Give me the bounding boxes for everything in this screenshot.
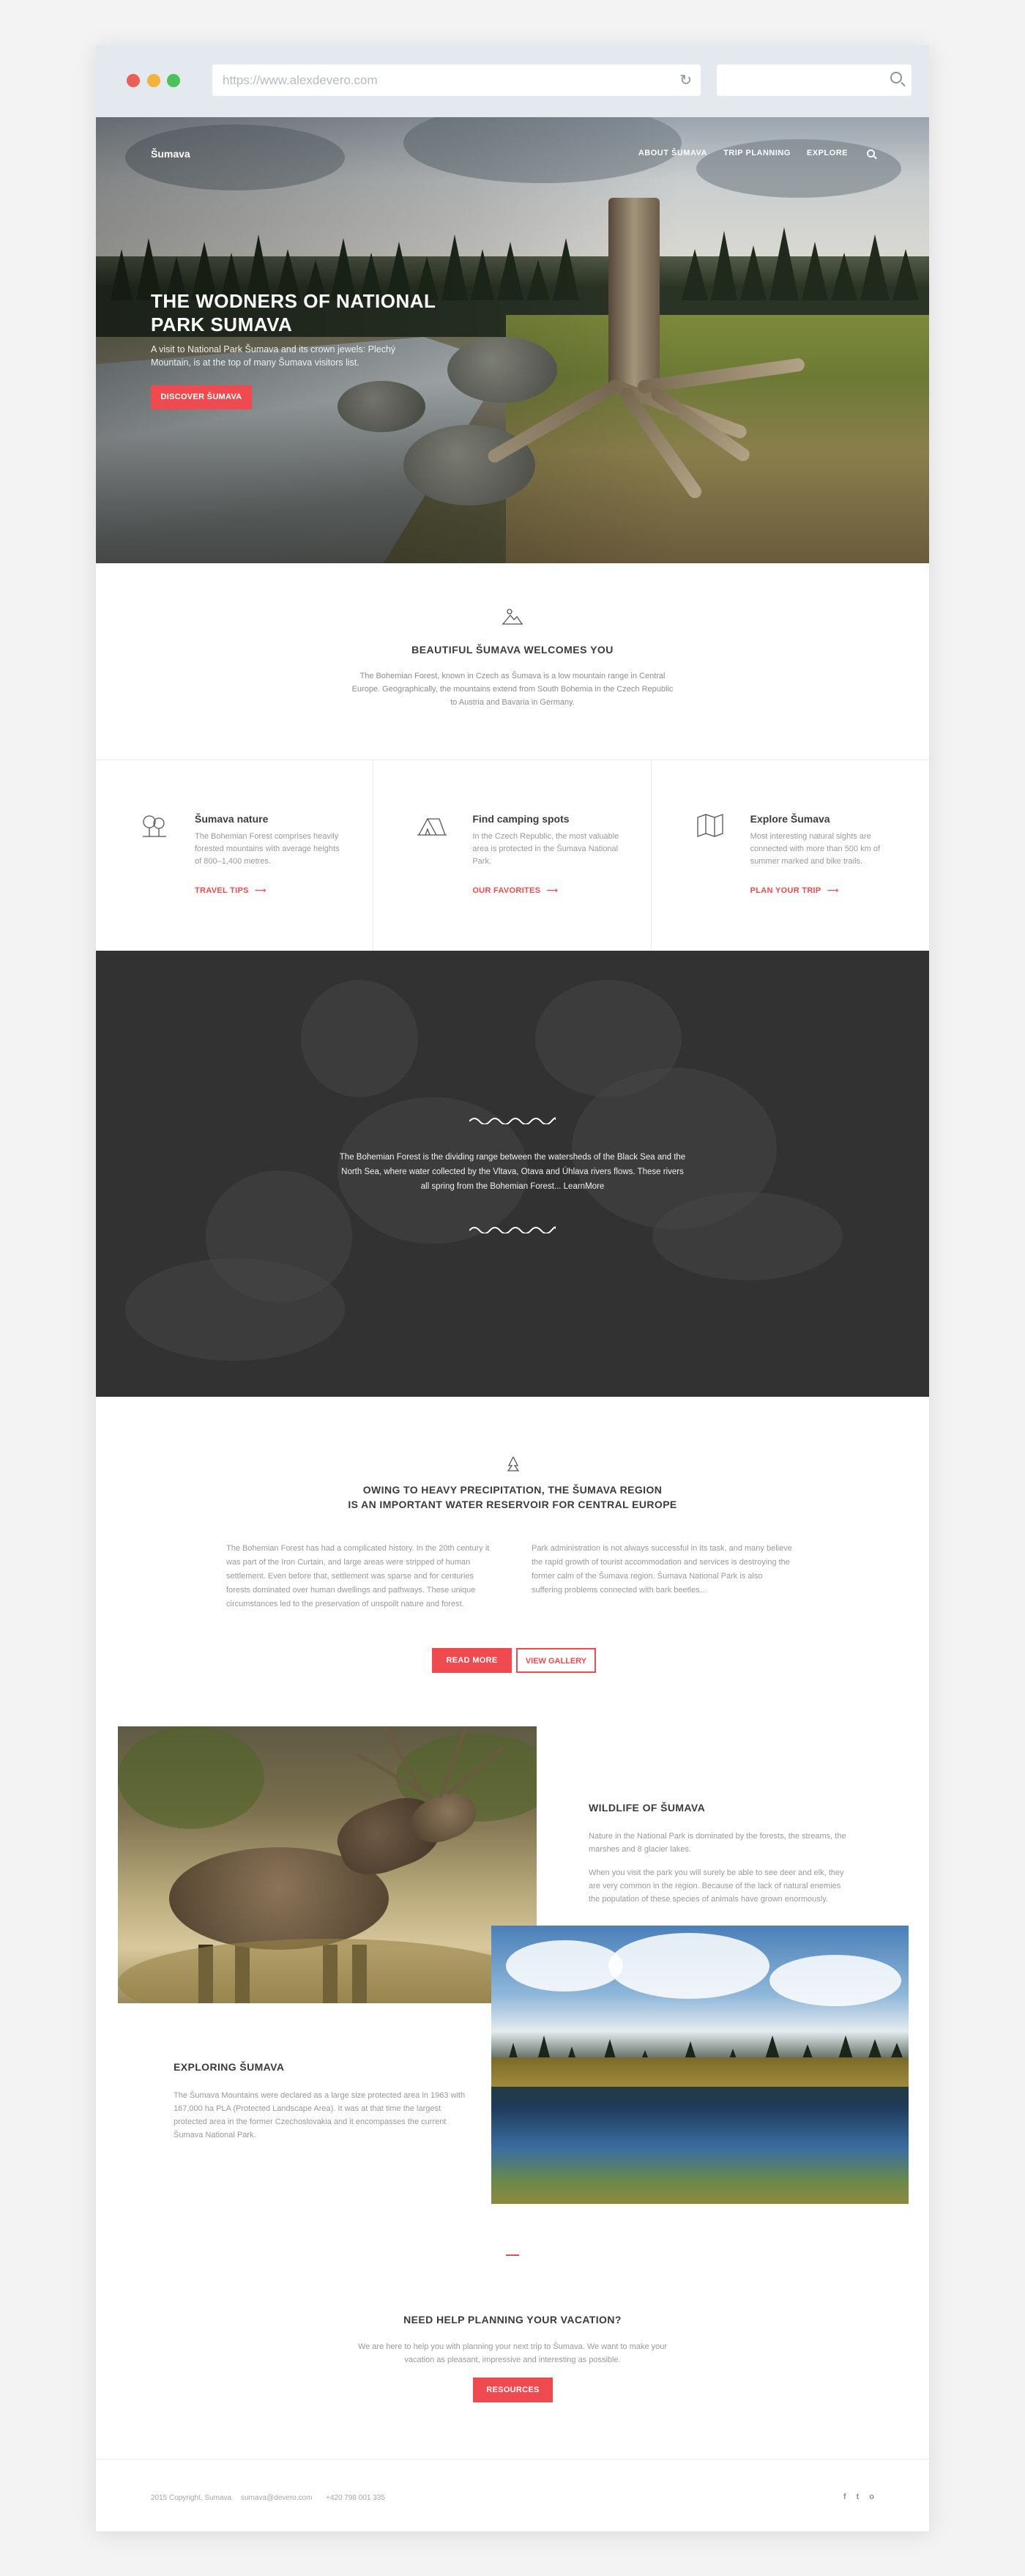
tent-icon bbox=[417, 817, 447, 836]
browser-window: https://www.alexdevero.com ↻ Šumava ABOU… bbox=[96, 45, 929, 2531]
address-url: https://www.alexdevero.com bbox=[223, 73, 378, 87]
search-icon[interactable] bbox=[867, 149, 875, 157]
hero-text: A visit to National Park Šumava and its … bbox=[151, 344, 396, 368]
address-bar[interactable]: https://www.alexdevero.com ↻ bbox=[212, 64, 701, 96]
nav-item-trip-planning[interactable]: TRIP PLANNING bbox=[723, 149, 791, 157]
welcome-title: BEAUTIFUL ŠUMAVA WELCOMES YOU bbox=[411, 644, 614, 656]
arrow-right-icon: ⟶ bbox=[254, 886, 266, 895]
search-icon[interactable] bbox=[890, 72, 902, 83]
reload-icon[interactable]: ↻ bbox=[679, 71, 692, 89]
browser-chrome: https://www.alexdevero.com ↻ bbox=[96, 45, 929, 117]
feature-explore: Explore Šumava Most interesting natural … bbox=[652, 760, 929, 951]
feature-text: In the Czech Republic, the most valuable… bbox=[472, 832, 619, 866]
twitter-icon[interactable]: t bbox=[857, 2493, 860, 2501]
feature-text: Most interesting natural sights are conn… bbox=[750, 832, 880, 866]
feature-camping: Find camping spots In the Czech Republic… bbox=[373, 760, 652, 951]
water-text-right: Park administration is not always succes… bbox=[532, 1544, 792, 1595]
footer: 2015 Copyright, Sumava sumava@devero.com… bbox=[96, 2459, 929, 2531]
map-icon bbox=[697, 814, 723, 837]
exploring-text: The Šumava Mountains were declared as a … bbox=[174, 2091, 466, 2139]
exploring-title: EXPLORING ŠUMAVA bbox=[174, 2061, 285, 2073]
elk-image bbox=[118, 1726, 537, 2003]
discover-button[interactable]: DISCOVER ŠUMAVA bbox=[151, 385, 252, 409]
exploring-section: EXPLORING ŠUMAVA The Šumava Mountains we… bbox=[174, 2061, 466, 2142]
view-gallery-button[interactable]: VIEW GALLERY bbox=[516, 1648, 596, 1673]
close-window-button[interactable] bbox=[127, 74, 140, 87]
feature-title: Find camping spots bbox=[472, 813, 570, 825]
tree-icon bbox=[143, 815, 166, 837]
resources-button[interactable]: RESOURCES bbox=[473, 2378, 553, 2402]
wildlife-section: WILDLIFE OF ŠUMAVA Nature in the Nationa… bbox=[589, 1802, 852, 1916]
arrow-right-icon: ⟶ bbox=[546, 886, 559, 895]
feature-title: Explore Šumava bbox=[750, 813, 830, 825]
travel-tips-link[interactable]: TRAVEL TIPS ⟶ bbox=[195, 886, 266, 895]
rafting-banner: The Bohemian Forest is the dividing rang… bbox=[96, 951, 929, 1397]
feature-title: Šumava nature bbox=[195, 813, 269, 825]
wave-divider-icon bbox=[469, 1226, 556, 1233]
help-text: We are here to help you with planning yo… bbox=[357, 2342, 668, 2364]
footer-phone: +420 798 001 335 bbox=[326, 2494, 385, 2502]
arrow-right-icon: ⟶ bbox=[827, 886, 839, 895]
feature-text: The Bohemian Forest comprises heavily fo… bbox=[195, 832, 340, 866]
help-title: NEED HELP PLANNING YOUR VACATION? bbox=[403, 2314, 622, 2326]
rafting-text: The Bohemian Forest is the dividing rang… bbox=[339, 1153, 686, 1191]
our-favorites-link[interactable]: OUR FAVORITES ⟶ bbox=[472, 886, 558, 895]
feature-nature: Šumava nature The Bohemian Forest compri… bbox=[96, 760, 374, 951]
section-divider bbox=[506, 2254, 519, 2256]
pine-icon bbox=[507, 1456, 520, 1471]
wildlife-text: When you visit the park you will surely … bbox=[589, 1868, 844, 1904]
water-title: OWING TO HEAVY PRECIPITATION, THE ŠUMAVA… bbox=[348, 1484, 677, 1510]
site-logo[interactable]: Šumava bbox=[151, 148, 190, 160]
plan-your-trip-link[interactable]: PLAN YOUR TRIP ⟶ bbox=[750, 886, 839, 895]
features-row: Šumava nature The Bohemian Forest compri… bbox=[96, 760, 929, 951]
nav-item-about[interactable]: ABOUT ŠUMAVA bbox=[638, 149, 707, 157]
nav-item-explore[interactable]: EXPLORE bbox=[807, 149, 848, 157]
water-text-left: The Bohemian Forest has had a complicate… bbox=[226, 1544, 490, 1608]
mountain-icon bbox=[502, 609, 523, 625]
facebook-icon[interactable]: f bbox=[843, 2493, 846, 2501]
minimize-window-button[interactable] bbox=[147, 74, 160, 87]
wildlife-title: WILDLIFE OF ŠUMAVA bbox=[589, 1802, 706, 1814]
hero-banner: Šumava ABOUT ŠUMAVA TRIP PLANNING EXPLOR… bbox=[96, 117, 929, 563]
wildlife-text: Nature in the National Park is dominated… bbox=[589, 1832, 846, 1854]
footer-copyright: 2015 Copyright, Sumava bbox=[151, 2494, 232, 2502]
maximize-window-button[interactable] bbox=[167, 74, 180, 87]
main-nav: ABOUT ŠUMAVA TRIP PLANNING EXPLORE bbox=[622, 149, 875, 157]
hero-title: THE WODNERS OF NATIONAL PARK SUMAVA bbox=[151, 290, 436, 335]
read-more-button[interactable]: READ MORE bbox=[432, 1648, 512, 1673]
wave-divider-icon bbox=[469, 1117, 556, 1124]
footer-email[interactable]: sumava@devero.com bbox=[241, 2494, 312, 2502]
browser-search-field[interactable] bbox=[717, 64, 912, 96]
social-links: f t o bbox=[843, 2493, 874, 2501]
instagram-icon[interactable]: o bbox=[869, 2493, 874, 2501]
water-section: OWING TO HEAVY PRECIPITATION, THE ŠUMAVA… bbox=[96, 1397, 929, 1704]
lake-image bbox=[491, 1926, 909, 2204]
welcome-section: BEAUTIFUL ŠUMAVA WELCOMES YOU The Bohemi… bbox=[96, 563, 929, 760]
welcome-text: The Bohemian Forest, known in Czech as Š… bbox=[351, 672, 674, 707]
